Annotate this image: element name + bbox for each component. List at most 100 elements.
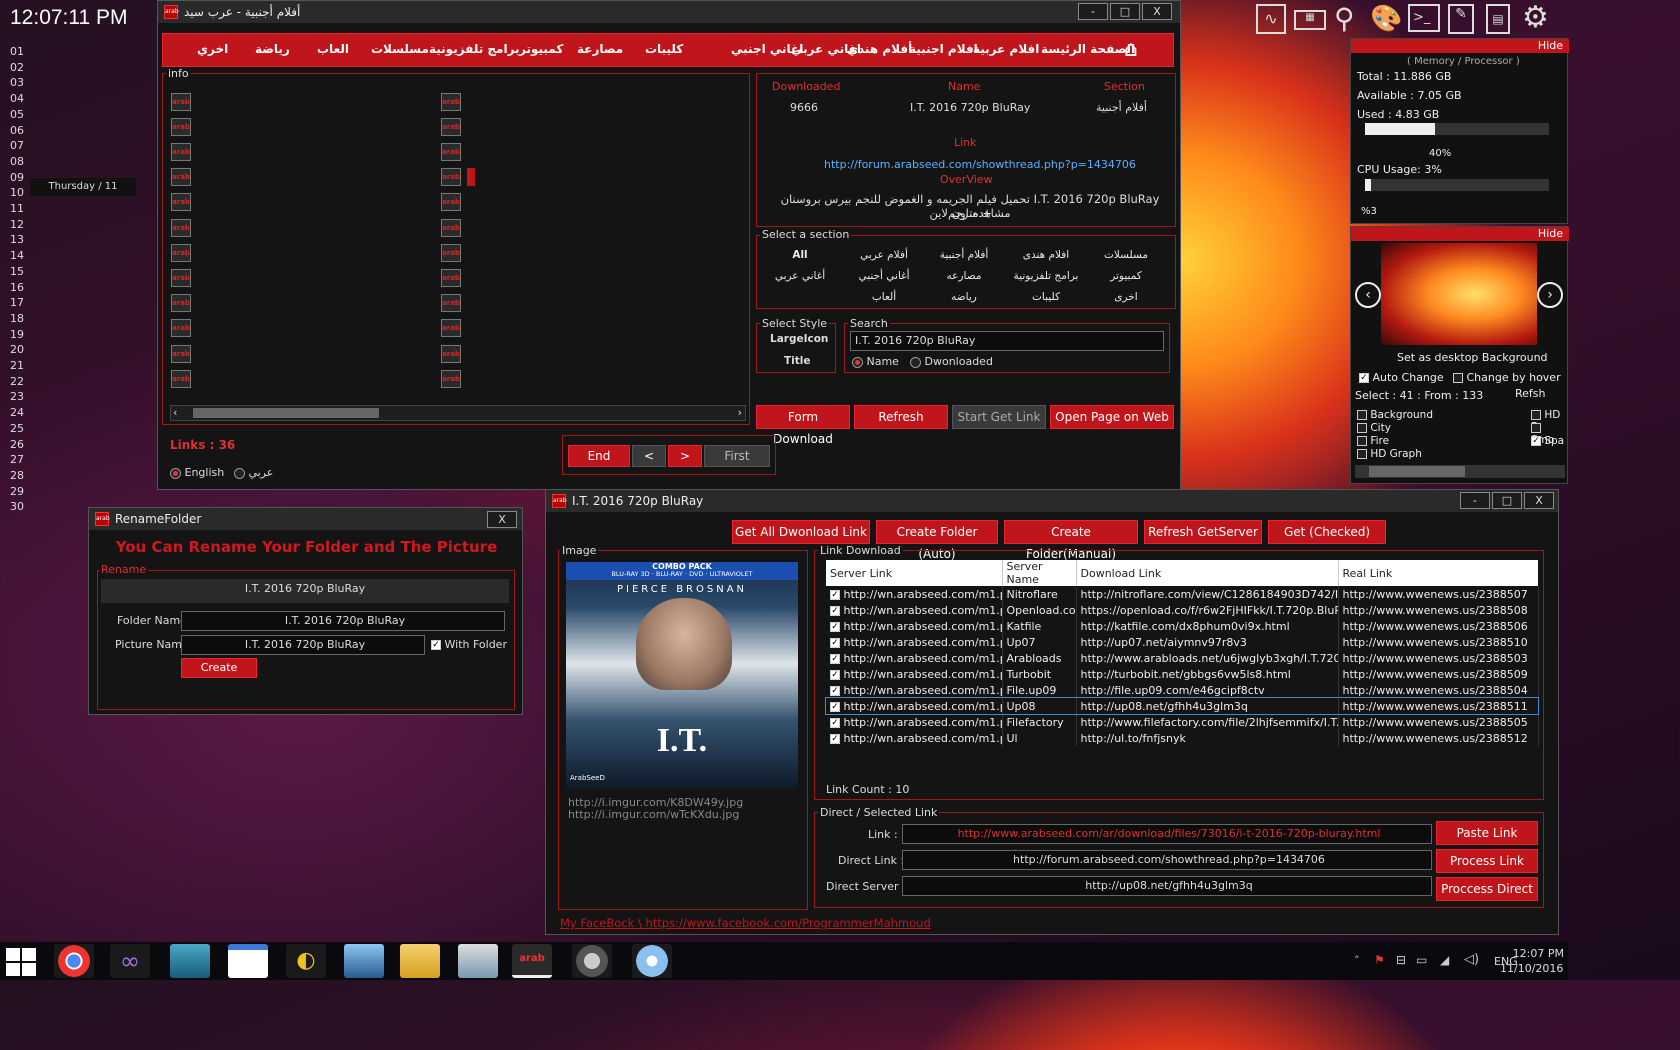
list-item[interactable]: arab [171, 216, 205, 238]
nav-item[interactable]: برامج تلفزيونية [429, 42, 520, 56]
network-app-icon[interactable] [344, 944, 384, 978]
table-row[interactable]: ✓ http://wn.arabseed.com/m1.p... Ul http:/… [826, 730, 1539, 746]
app-cylinder-icon[interactable] [170, 944, 210, 978]
section-item[interactable]: كليبات [1006, 291, 1086, 303]
set-background-button[interactable]: Set as desktop Background [1397, 351, 1548, 364]
tray-time[interactable]: 12:07 PM [1506, 947, 1564, 960]
direct-link-field[interactable]: http://forum.arabseed.com/showthread.php… [902, 850, 1432, 870]
row-checkbox[interactable]: ✓ [830, 701, 840, 712]
table-row[interactable]: ✓ http://wn.arabseed.com/m1.p... Filefact… [826, 714, 1539, 730]
search-icon[interactable]: ⚲ [1334, 2, 1355, 35]
window-app-icon[interactable] [228, 944, 268, 978]
close-button[interactable]: X [1142, 3, 1172, 20]
row-checkbox[interactable]: ✓ [830, 733, 840, 744]
folder-name-input[interactable]: I.T. 2016 720p BluRay [181, 611, 505, 631]
list-item[interactable]: arab [171, 292, 205, 314]
list-item[interactable]: arab [171, 241, 205, 263]
process-direct-button[interactable]: Proccess Direct [1436, 877, 1538, 901]
nav-item[interactable]: الصفحة الرئيسة [1041, 42, 1135, 56]
category-checkbox[interactable]: City [1357, 422, 1391, 434]
table-row[interactable]: ✓ http://wn.arabseed.com/m1.p... File.up0… [826, 682, 1539, 698]
row-checkbox[interactable]: ✓ [830, 685, 840, 696]
list-item[interactable]: arab [171, 140, 205, 162]
palette-icon[interactable]: 🎨 [1370, 4, 1402, 34]
style-large-icon[interactable]: LargeIcon [770, 333, 828, 345]
table-row[interactable]: ✓ http://wn.arabseed.com/m1.p... Up08 http… [825, 697, 1539, 715]
refresh-wallpaper-button[interactable]: Refsh [1515, 387, 1546, 400]
arabseed-app-icon[interactable]: arab [512, 944, 552, 978]
list-item[interactable]: arab [441, 342, 475, 364]
list-item[interactable]: arab [441, 166, 475, 188]
list-item[interactable]: arab [441, 241, 475, 263]
hide-link-2[interactable]: Hide [1538, 227, 1563, 240]
section-item[interactable]: اخرى [1086, 291, 1166, 303]
list-item[interactable]: arab [171, 266, 205, 288]
section-item[interactable]: All [760, 249, 840, 261]
row-checkbox[interactable]: ✓ [830, 717, 840, 728]
detail-action-button[interactable]: Create Folder (Auto) [876, 520, 998, 561]
list-item[interactable]: arab [441, 90, 475, 112]
row-checkbox[interactable]: ✓ [830, 605, 840, 616]
media-icon[interactable]: ◐ [286, 944, 326, 978]
hide-link[interactable]: Hide [1538, 39, 1563, 52]
pager-end-button[interactable]: End [568, 445, 630, 467]
maximize-button[interactable]: □ [1110, 3, 1140, 20]
section-item[interactable]: مصارعه [924, 270, 1004, 282]
list-item[interactable]: arab [441, 266, 475, 288]
search-name-radio[interactable]: Name [852, 355, 899, 368]
list-scrollbar[interactable]: ‹ › [170, 405, 746, 421]
tray-battery-icon[interactable]: ▭ [1416, 953, 1427, 967]
process-link-button[interactable]: Process Link [1436, 849, 1538, 873]
nav-item[interactable]: كليبات [645, 42, 683, 56]
scroll-left-icon[interactable]: ‹ [173, 406, 177, 419]
list-item[interactable]: arab [171, 166, 205, 188]
row-checkbox[interactable]: ✓ [830, 653, 840, 664]
style-title[interactable]: Title [784, 355, 811, 367]
list-item[interactable]: arab [441, 317, 475, 339]
section-item[interactable]: مسلسلات [1086, 249, 1166, 261]
scroll-thumb[interactable] [193, 408, 379, 418]
unity-icon[interactable] [572, 944, 612, 978]
row-checkbox[interactable]: ✓ [830, 637, 840, 648]
picture-name-input[interactable]: I.T. 2016 720p BluRay [181, 635, 425, 655]
list-item[interactable]: arab [441, 216, 475, 238]
gear-icon[interactable]: ⚙ [1522, 0, 1549, 35]
col-server-link[interactable]: Server Link [826, 560, 1003, 586]
nav-item[interactable]: افلام عربية [973, 42, 1039, 56]
nav-item[interactable]: العاب [317, 42, 349, 56]
pager-next-button[interactable]: > [668, 445, 702, 467]
section-item[interactable]: أفلام عربي [844, 249, 924, 261]
list-item[interactable]: arab [171, 342, 205, 364]
category-checkbox[interactable]: Fire [1357, 435, 1389, 447]
tray-date[interactable]: 11/10/2016 [1500, 962, 1563, 975]
list-item[interactable]: arab [441, 115, 475, 137]
create-button[interactable]: Create [181, 658, 257, 678]
list-item[interactable]: arab [441, 367, 475, 389]
paste-link-button[interactable]: Paste Link [1436, 821, 1538, 845]
col-server-name[interactable]: Server Name [1002, 560, 1077, 586]
prev-wallpaper-icon[interactable]: ‹ [1355, 282, 1381, 308]
detail-action-button[interactable]: Create Folder(Manual) [1004, 520, 1138, 561]
section-item[interactable]: ألعاب [844, 291, 924, 303]
start-get-link-button[interactable]: Start Get Link [952, 405, 1046, 429]
list-item[interactable]: arab [441, 292, 475, 314]
chrome-icon[interactable] [54, 944, 94, 978]
notepad-icon[interactable]: ✎ [1448, 4, 1474, 34]
nav-item[interactable]: مصارعة [577, 42, 623, 56]
section-item[interactable]: رياضه [924, 291, 1004, 303]
nav-item[interactable]: افلام اجنبية [909, 42, 978, 56]
category-checkbox[interactable]: HD Graph [1357, 448, 1422, 460]
list-item[interactable]: arab [171, 191, 205, 213]
section-item[interactable]: أغاني عربي [760, 270, 840, 282]
nav-item[interactable]: رياضة [255, 42, 290, 56]
open-page-button[interactable]: Open Page on Web [1050, 405, 1174, 429]
section-item[interactable]: افلام هندى [1006, 249, 1086, 261]
arabic-radio[interactable]: عربي [234, 466, 273, 479]
start-button[interactable] [6, 948, 36, 976]
col-real-link[interactable]: Real Link [1338, 560, 1538, 586]
next-wallpaper-icon[interactable]: › [1537, 282, 1563, 308]
change-hover-checkbox[interactable]: Change by hover [1453, 371, 1561, 384]
tray-usb-icon[interactable]: ⊟ [1396, 953, 1406, 967]
list-item[interactable]: arab [171, 115, 205, 137]
link-value[interactable]: http://forum.arabseed.com/showthread.php… [824, 158, 1136, 171]
